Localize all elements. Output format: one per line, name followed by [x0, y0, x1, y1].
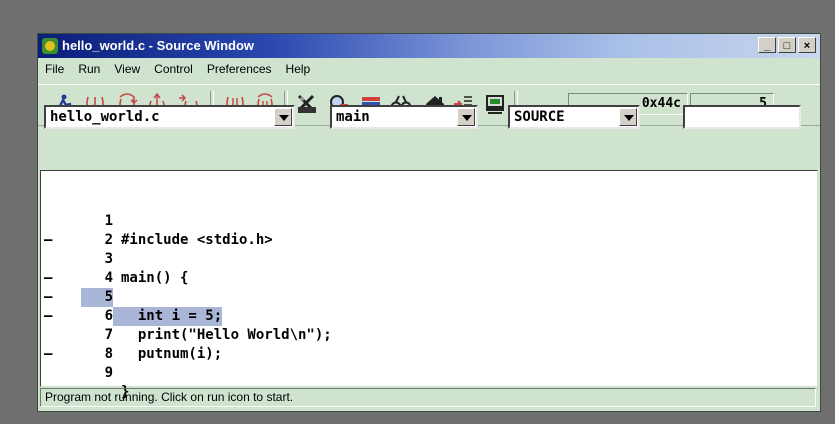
mode-combobox-value: SOURCE — [514, 109, 565, 125]
file-combobox[interactable]: hello_world.c — [44, 105, 295, 129]
breakpoint-marker[interactable]: – — [44, 345, 54, 364]
function-combobox[interactable]: main — [330, 105, 478, 129]
function-combobox-value: main — [336, 109, 370, 125]
menu-view[interactable]: View — [107, 60, 147, 80]
menu-help[interactable]: Help — [279, 60, 318, 80]
search-input[interactable] — [683, 105, 801, 129]
title-bar[interactable]: hello_world.c - Source Window _ □ × — [38, 34, 820, 58]
source-line[interactable]: 1 #include <stdio.h> — [41, 174, 817, 248]
source-line[interactable]: 8 — [41, 307, 817, 362]
source-view[interactable]: 1 #include <stdio.h> 2 – 3 main() { 4 – … — [40, 170, 818, 400]
file-combobox-value: hello_world.c — [50, 109, 160, 125]
source-window: hello_world.c - Source Window _ □ × File… — [37, 33, 821, 412]
source-line[interactable]: 2 — [41, 193, 817, 248]
line-number: 8 — [104, 346, 113, 362]
menu-control[interactable]: Control — [147, 60, 200, 80]
app-icon — [42, 38, 58, 54]
source-line[interactable]: – 3 main() { — [41, 212, 817, 286]
console-icon[interactable] — [484, 93, 506, 115]
chevron-down-icon[interactable] — [274, 108, 292, 126]
line-text: putnum(i); — [121, 346, 223, 362]
chevron-down-icon[interactable] — [619, 108, 637, 126]
source-line[interactable]: – 6 print("Hello World\n"); — [41, 269, 817, 343]
status-bar: Program not running. Click on run icon t… — [40, 388, 816, 407]
close-button[interactable]: × — [798, 37, 816, 53]
maximize-button[interactable]: □ — [778, 37, 796, 53]
source-line[interactable]: 4 — [41, 231, 817, 286]
source-line[interactable]: – 7 putnum(i); — [41, 288, 817, 362]
window-title: hello_world.c - Source Window — [62, 38, 255, 53]
menu-bar: File Run View Control Preferences Help — [38, 60, 317, 80]
source-line-current[interactable]: – 5 int i = 5; — [41, 250, 817, 326]
menu-run[interactable]: Run — [71, 60, 107, 80]
minimize-button[interactable]: _ — [758, 37, 776, 53]
line-number: 9 — [104, 365, 113, 381]
mode-combobox[interactable]: SOURCE — [508, 105, 640, 129]
registers-icon[interactable] — [296, 93, 318, 115]
menu-file[interactable]: File — [38, 60, 71, 80]
chevron-down-icon[interactable] — [457, 108, 475, 126]
source-line[interactable]: – 9 } — [41, 326, 817, 400]
menu-preferences[interactable]: Preferences — [200, 60, 279, 80]
